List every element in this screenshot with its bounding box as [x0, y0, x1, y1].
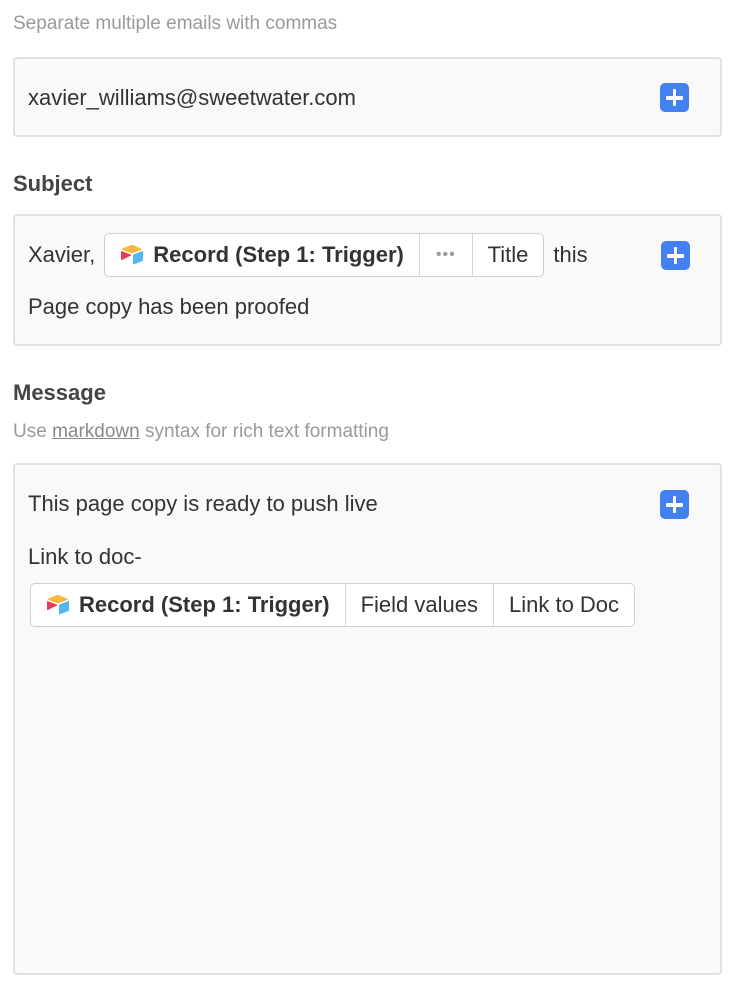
subject-line-2: Page copy has been proofed	[28, 294, 310, 319]
message-field[interactable]: This page copy is ready to push live Lin…	[13, 463, 722, 975]
message-line-1: This page copy is ready to push live	[28, 491, 378, 516]
token-field-values[interactable]: Field values	[344, 584, 493, 626]
subject-suffix: this	[553, 242, 588, 267]
token-more-button[interactable]: •••	[418, 234, 472, 276]
to-field[interactable]: xavier_williams@sweetwater.com	[13, 57, 722, 137]
airtable-record-icon	[121, 244, 144, 265]
token-source[interactable]: Record (Step 1: Trigger)	[105, 234, 419, 276]
token-source-label: Record (Step 1: Trigger)	[79, 592, 330, 617]
message-line-2: Link to doc-	[28, 544, 142, 569]
message-hint-after: syntax for rich text formatting	[145, 421, 389, 442]
message-label: Message	[13, 380, 106, 405]
subject-record-token[interactable]: Record (Step 1: Trigger) ••• Title	[104, 233, 545, 277]
markdown-link[interactable]: markdown	[52, 421, 140, 442]
subject-prefix: Xavier,	[28, 242, 96, 267]
airtable-record-icon	[47, 594, 69, 615]
token-source[interactable]: Record (Step 1: Trigger)	[31, 584, 345, 626]
message-insert-button[interactable]	[660, 490, 689, 519]
subject-label: Subject	[13, 171, 93, 196]
to-insert-button[interactable]	[660, 83, 689, 112]
message-record-token[interactable]: Record (Step 1: Trigger) Field values Li…	[30, 583, 636, 627]
subject-insert-button[interactable]	[661, 241, 690, 270]
token-field[interactable]: Title	[471, 234, 544, 276]
message-hint: Use markdown syntax for rich text format…	[13, 421, 389, 443]
token-source-label: Record (Step 1: Trigger)	[153, 242, 404, 267]
subject-field[interactable]: Xavier, Record (Step 1: Trigger) ••• Tit…	[13, 214, 722, 346]
to-hint: Separate multiple emails with commas	[13, 13, 338, 34]
to-value[interactable]: xavier_williams@sweetwater.com	[28, 85, 356, 111]
token-field[interactable]: Link to Doc	[492, 584, 634, 626]
message-hint-before: Use	[13, 421, 47, 442]
